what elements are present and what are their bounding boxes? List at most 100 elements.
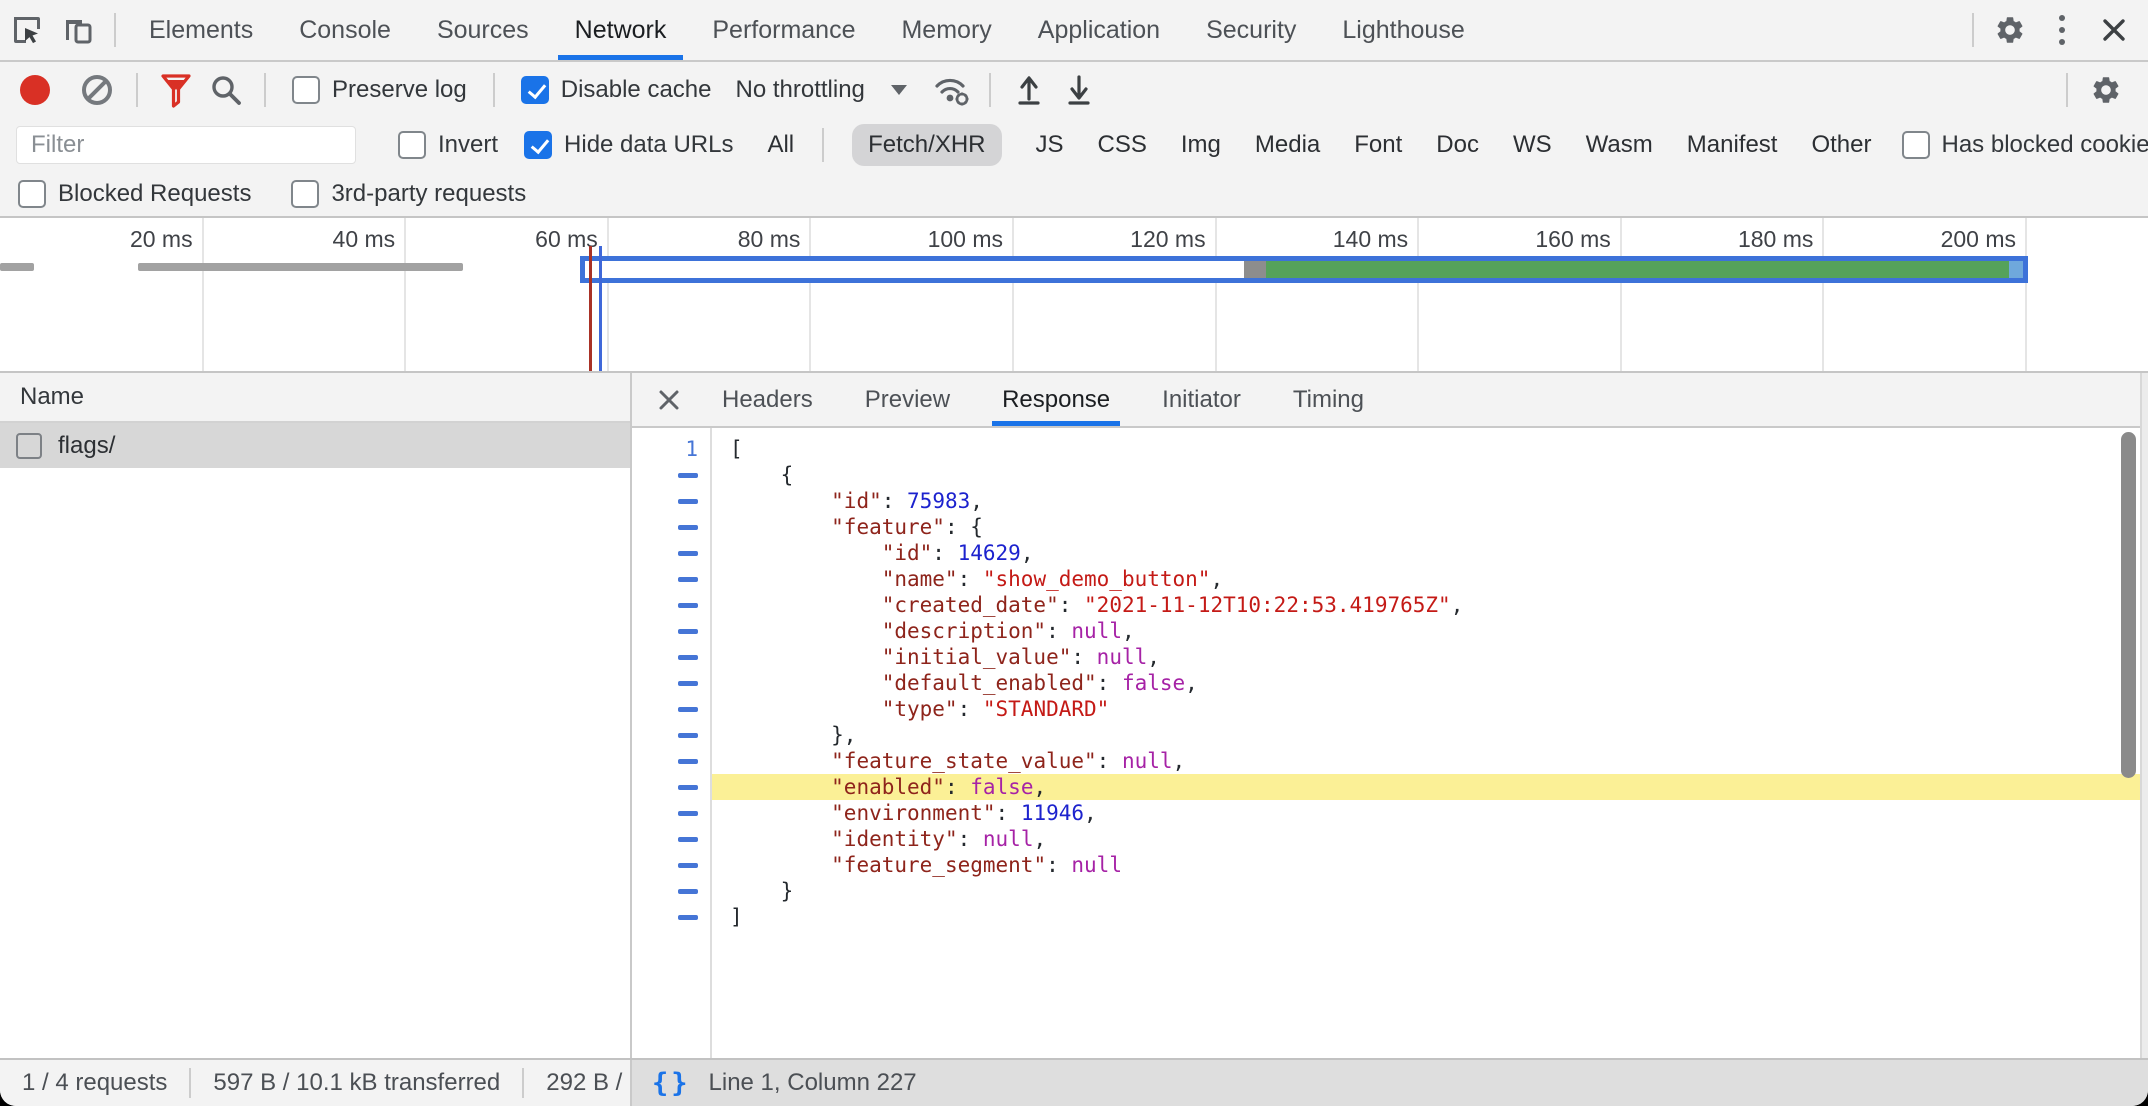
tab-elements[interactable]: Elements bbox=[126, 0, 276, 60]
response-json-body: [ { "id": 75983, "feature": { "id": 1462… bbox=[712, 428, 2148, 1058]
gutter-line bbox=[632, 878, 710, 904]
response-code-editor[interactable]: 1 [ { "id": 75983, "feature": { "id": 14… bbox=[632, 428, 2148, 1058]
network-summary-bar: 1 / 4 requests 597 B / 10.1 kB transferr… bbox=[0, 1060, 632, 1106]
domcontentloaded-event-line bbox=[599, 246, 602, 371]
tab-network[interactable]: Network bbox=[552, 0, 690, 60]
invert-checkbox[interactable]: Invert bbox=[398, 131, 498, 159]
line-number-gutter: 1 bbox=[632, 428, 712, 1058]
waterfall-seg-stall bbox=[1244, 261, 1266, 278]
network-conditions-icon[interactable] bbox=[929, 68, 973, 112]
line-number: 1 bbox=[685, 437, 698, 461]
divider bbox=[114, 13, 116, 47]
wrapped-line-mark-icon bbox=[678, 733, 698, 738]
timeline-gridline bbox=[607, 218, 609, 371]
settings-gear-icon[interactable] bbox=[1984, 0, 2036, 60]
code-line: "id": 75983, bbox=[712, 488, 2148, 514]
tab-memory[interactable]: Memory bbox=[878, 0, 1014, 60]
tab-performance[interactable]: Performance bbox=[689, 0, 878, 60]
filter-type-wasm[interactable]: Wasm bbox=[1586, 131, 1653, 159]
devtools-window: Elements Console Sources Network Perform… bbox=[0, 0, 2148, 1106]
gutter-line bbox=[632, 722, 710, 748]
tab-console[interactable]: Console bbox=[276, 0, 414, 60]
filter-type-all[interactable]: All bbox=[767, 131, 794, 159]
network-settings-gear-icon[interactable] bbox=[2084, 68, 2128, 112]
record-button[interactable] bbox=[20, 75, 50, 105]
inspect-element-icon[interactable] bbox=[0, 0, 52, 60]
checkbox-unchecked bbox=[18, 180, 46, 208]
third-party-requests-checkbox[interactable]: 3rd-party requests bbox=[291, 180, 526, 208]
tab-security[interactable]: Security bbox=[1183, 0, 1319, 60]
waterfall-seg-finish bbox=[2009, 261, 2028, 278]
request-row-flags[interactable]: flags/ bbox=[0, 423, 630, 468]
gutter-line bbox=[632, 514, 710, 540]
wrapped-line-mark-icon bbox=[678, 681, 698, 686]
statusbar: 1 / 4 requests 597 B / 10.1 kB transferr… bbox=[0, 1058, 2148, 1106]
clear-network-log-icon[interactable] bbox=[82, 75, 112, 105]
scrollbar-rail bbox=[2140, 373, 2148, 1058]
import-har-icon[interactable] bbox=[1007, 68, 1051, 112]
filter-type-other[interactable]: Other bbox=[1811, 131, 1871, 159]
filter-type-doc[interactable]: Doc bbox=[1436, 131, 1479, 159]
filter-funnel-icon[interactable] bbox=[154, 68, 198, 112]
gutter-line bbox=[632, 852, 710, 878]
device-toolbar-icon[interactable] bbox=[52, 0, 104, 60]
detail-tab-initiator[interactable]: Initiator bbox=[1158, 373, 1245, 426]
code-line: "created_date": "2021-11-12T10:22:53.419… bbox=[712, 592, 2148, 618]
code-line: "description": null, bbox=[712, 618, 2148, 644]
wrapped-line-mark-icon bbox=[678, 889, 698, 894]
resources-size: 292 B / 2 bbox=[524, 1068, 632, 1098]
gutter-line bbox=[632, 904, 710, 930]
filter-input[interactable] bbox=[16, 126, 356, 164]
detail-tab-headers[interactable]: Headers bbox=[718, 373, 817, 426]
filter-type-ws[interactable]: WS bbox=[1513, 131, 1552, 159]
filter-type-img[interactable]: Img bbox=[1181, 131, 1221, 159]
close-detail-icon[interactable] bbox=[642, 373, 696, 426]
filter-type-manifest[interactable]: Manifest bbox=[1687, 131, 1778, 159]
tab-lighthouse[interactable]: Lighthouse bbox=[1319, 0, 1487, 60]
tab-sources[interactable]: Sources bbox=[414, 0, 552, 60]
divider bbox=[264, 73, 266, 107]
wrapped-line-mark-icon bbox=[678, 915, 698, 920]
selected-request-bar[interactable] bbox=[580, 256, 2028, 283]
timeline-tick-label: 120 ms bbox=[1056, 226, 1206, 253]
tab-application[interactable]: Application bbox=[1015, 0, 1183, 60]
filter-type-js[interactable]: JS bbox=[1036, 131, 1064, 159]
disable-cache-checkbox[interactable]: Disable cache bbox=[521, 76, 712, 104]
code-line: } bbox=[712, 878, 2148, 904]
divider bbox=[1972, 13, 1974, 47]
filter-type-fetch-xhr[interactable]: Fetch/XHR bbox=[852, 124, 1001, 166]
vertical-scrollbar[interactable] bbox=[2121, 432, 2136, 778]
pretty-print-button[interactable]: {} bbox=[652, 1068, 691, 1099]
request-checkbox[interactable] bbox=[16, 433, 42, 459]
more-options-icon[interactable] bbox=[2036, 0, 2088, 60]
wrapped-line-mark-icon bbox=[678, 811, 698, 816]
has-blocked-cookies-checkbox[interactable]: Has blocked cookies bbox=[1902, 131, 2148, 159]
blocked-requests-checkbox[interactable]: Blocked Requests bbox=[18, 180, 251, 208]
throttling-select[interactable]: No throttling bbox=[735, 76, 906, 104]
export-har-icon[interactable] bbox=[1057, 68, 1101, 112]
network-filterbar: Invert Hide data URLs All Fetch/XHR JS C… bbox=[0, 118, 2148, 172]
filter-type-css[interactable]: CSS bbox=[1098, 131, 1147, 159]
other-request-bar[interactable] bbox=[0, 263, 34, 271]
filter-type-media[interactable]: Media bbox=[1255, 131, 1320, 159]
timeline-gridline bbox=[1822, 218, 1824, 371]
detail-tab-preview[interactable]: Preview bbox=[861, 373, 954, 426]
filter-type-font[interactable]: Font bbox=[1354, 131, 1402, 159]
preserve-log-checkbox[interactable]: Preserve log bbox=[292, 76, 467, 104]
detail-tab-timing[interactable]: Timing bbox=[1289, 373, 1368, 426]
timeline-gridline bbox=[202, 218, 204, 371]
checkbox-checked bbox=[521, 76, 549, 104]
close-devtools-icon[interactable] bbox=[2088, 0, 2140, 60]
gutter-line bbox=[632, 462, 710, 488]
other-request-bar[interactable] bbox=[138, 263, 463, 271]
detail-tab-response[interactable]: Response bbox=[998, 373, 1114, 426]
name-column-header[interactable]: Name bbox=[0, 373, 630, 423]
search-icon[interactable] bbox=[204, 68, 248, 112]
gutter-line bbox=[632, 696, 710, 722]
timeline-gridline bbox=[809, 218, 811, 371]
hide-data-urls-checkbox[interactable]: Hide data URLs bbox=[524, 131, 733, 159]
divider bbox=[989, 73, 991, 107]
gutter-line bbox=[632, 592, 710, 618]
timeline-overview[interactable]: 20 ms40 ms60 ms80 ms100 ms120 ms140 ms16… bbox=[0, 218, 2148, 373]
wrapped-line-mark-icon bbox=[678, 629, 698, 634]
